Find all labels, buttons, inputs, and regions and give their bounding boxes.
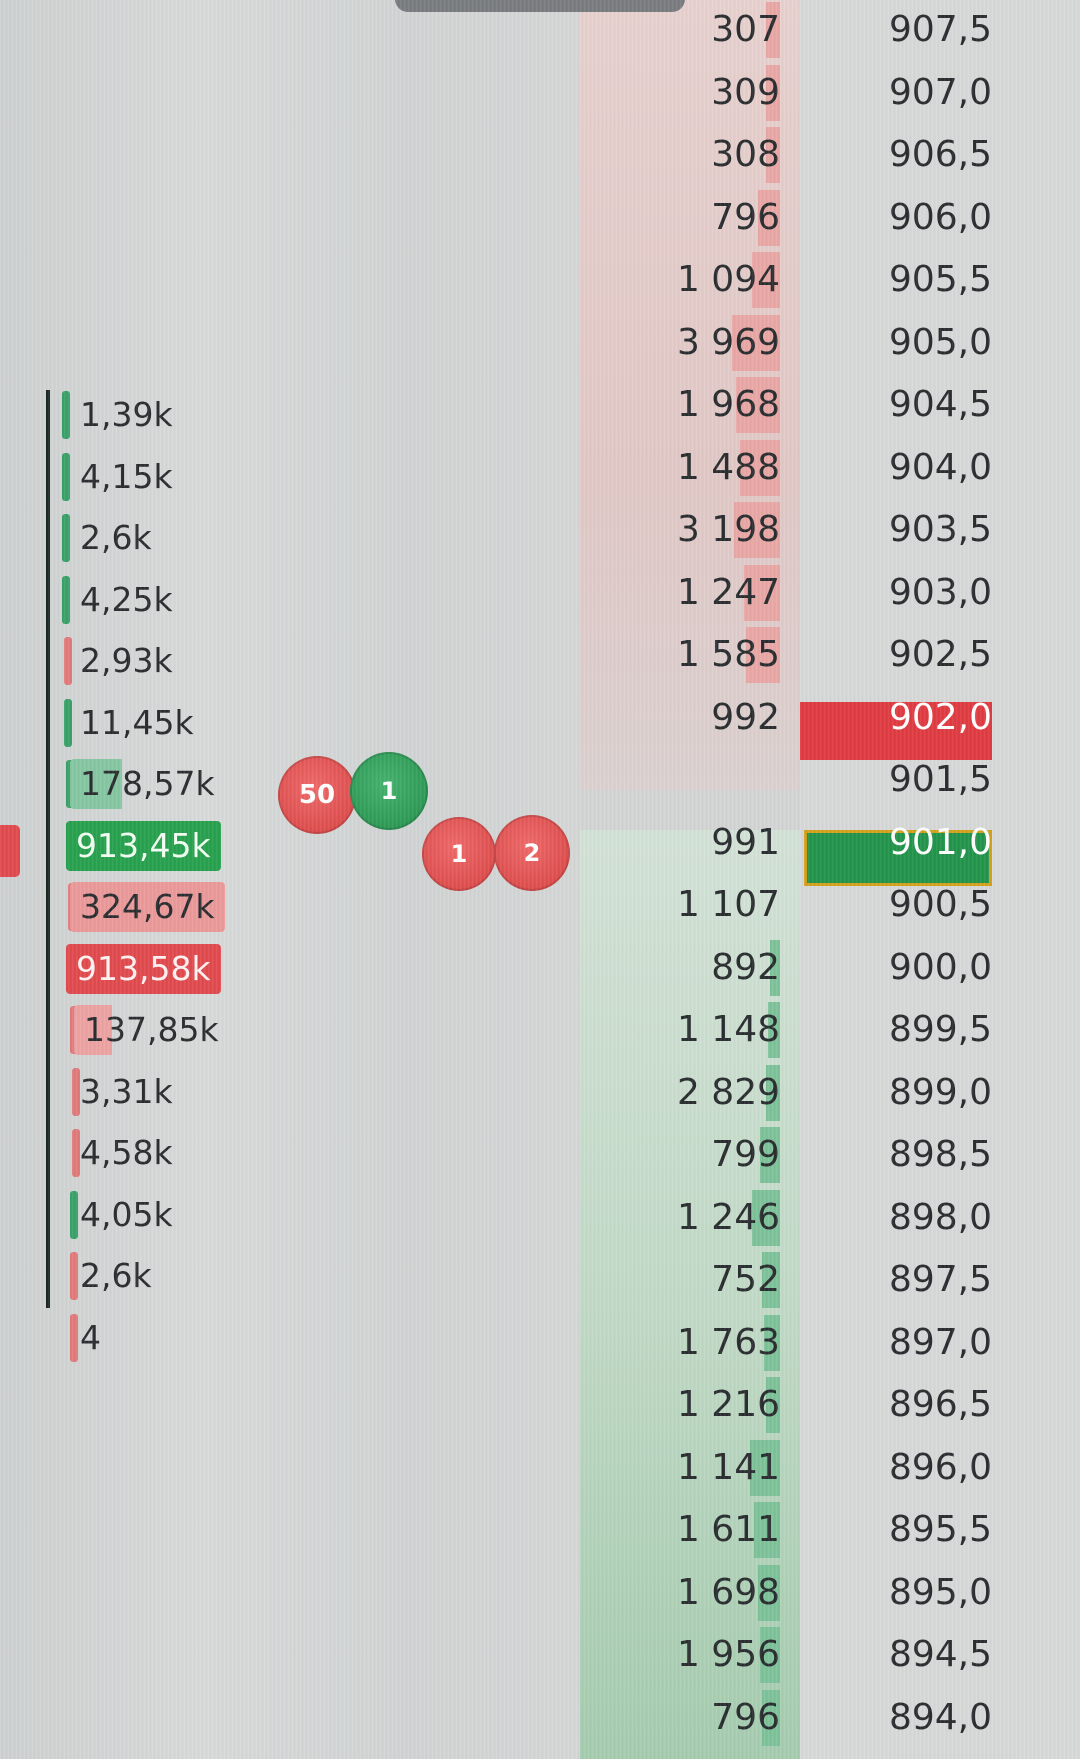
ask-volume-cell[interactable]: 308: [580, 125, 780, 185]
ask-volume-cell[interactable]: 1 488: [580, 438, 780, 498]
bid-volume-cell[interactable]: 799: [580, 1125, 780, 1185]
profile-volume-label: 2,6k: [80, 518, 152, 557]
price-cell[interactable]: 899,0: [800, 1063, 992, 1123]
best-bid-price[interactable]: 901,0: [800, 813, 992, 873]
price-cell[interactable]: 905,5: [800, 250, 992, 310]
ask-volume-cell[interactable]: 309: [580, 63, 780, 123]
price-cell[interactable]: 899,5: [800, 1000, 992, 1060]
ask-volume-cell[interactable]: 3 969: [580, 313, 780, 373]
price-cell[interactable]: 898,0: [800, 1188, 992, 1248]
profile-bar-red: [72, 1129, 80, 1177]
profile-volume-label: 137,85k: [74, 1005, 229, 1055]
price-cell[interactable]: 905,0: [800, 313, 992, 373]
price-cell[interactable]: 897,0: [800, 1313, 992, 1373]
bid-volume-cell[interactable]: 2 829: [580, 1063, 780, 1123]
price-cell[interactable]: 897,5: [800, 1250, 992, 1310]
price-cell[interactable]: 907,5: [800, 0, 992, 60]
profile-bar-green: [62, 391, 70, 439]
bid-volume-cell[interactable]: 1 763: [580, 1313, 780, 1373]
ask-volume-cell[interactable]: 1 585: [580, 625, 780, 685]
bid-volume-cell[interactable]: 892: [580, 938, 780, 998]
bid-volume-cell[interactable]: 1 611: [580, 1500, 780, 1560]
profile-volume-label: 913,58k: [66, 943, 221, 994]
position-marker: [0, 825, 20, 877]
profile-volume-label: 2,93k: [80, 641, 173, 680]
trade-bubble-sell[interactable]: 2: [494, 815, 570, 891]
profile-volume-label: 2,6k: [80, 1256, 152, 1295]
profile-volume-label: 4,05k: [80, 1194, 173, 1234]
price-cell[interactable]: 901,5: [800, 750, 992, 810]
profile-bar-green: [62, 514, 70, 562]
price-cell[interactable]: 903,5: [800, 500, 992, 560]
bid-volume-cell[interactable]: 752: [580, 1250, 780, 1310]
profile-volume-label: 913,45k: [66, 820, 221, 871]
ask-volume-cell[interactable]: 307: [580, 0, 780, 60]
spread-volume-cell[interactable]: [580, 750, 780, 810]
price-cell[interactable]: 907,0: [800, 63, 992, 123]
best-ask-price[interactable]: 902,0: [800, 688, 992, 748]
profile-volume-label: 4,58k: [80, 1133, 173, 1172]
profile-volume-label: 3,31k: [80, 1071, 173, 1111]
bid-volume-cell[interactable]: 1 107: [580, 875, 780, 935]
bid-volume-cell[interactable]: 1 216: [580, 1375, 780, 1435]
price-cell[interactable]: 898,5: [800, 1125, 992, 1185]
price-cell[interactable]: 900,5: [800, 875, 992, 935]
price-cell[interactable]: 894,0: [800, 1688, 992, 1748]
price-cell[interactable]: 894,5: [800, 1625, 992, 1685]
bid-volume-cell[interactable]: 991: [580, 813, 780, 873]
profile-bar-green: [62, 452, 70, 501]
price-cell[interactable]: 903,0: [800, 563, 992, 623]
price-cell[interactable]: 904,5: [800, 375, 992, 435]
bid-volume-cell[interactable]: 1 698: [580, 1563, 780, 1623]
profile-bar-green: [64, 698, 72, 747]
price-cell[interactable]: 896,5: [800, 1375, 992, 1435]
profile-volume-label: 11,45k: [80, 702, 194, 742]
profile-volume-label: 4: [80, 1317, 101, 1357]
profile-volume-label: 4,25k: [80, 579, 173, 619]
profile-bar-green: [62, 575, 70, 624]
price-cell[interactable]: 904,0: [800, 438, 992, 498]
price-cell[interactable]: 900,0: [800, 938, 992, 998]
chart-area[interactable]: [0, 0, 580, 1759]
profile-bar-red: [64, 637, 72, 685]
profile-bar-red: [70, 1313, 78, 1362]
price-cell[interactable]: 895,0: [800, 1563, 992, 1623]
order-book-screen: 1,39k 4,15k 2,6k 4,25k 2,93k 11,45k 178,57k 913…: [0, 0, 1080, 1759]
price-cell[interactable]: 895,5: [800, 1500, 992, 1560]
ask-volume-cell[interactable]: 1 968: [580, 375, 780, 435]
ask-volume-cell[interactable]: 3 198: [580, 500, 780, 560]
ask-volume-cell[interactable]: 1 247: [580, 563, 780, 623]
trade-bubble-sell[interactable]: 1: [422, 817, 496, 891]
profile-volume-label: 324,67k: [70, 882, 225, 932]
profile-bar-red: [72, 1067, 80, 1116]
profile-bar-green: [70, 1190, 78, 1239]
price-cell[interactable]: 896,0: [800, 1438, 992, 1498]
profile-bar-red: [70, 1252, 78, 1300]
price-cell[interactable]: 906,0: [800, 188, 992, 248]
profile-volume-label: 4,15k: [80, 456, 173, 496]
bid-volume-cell[interactable]: 1 246: [580, 1188, 780, 1248]
price-cell[interactable]: 906,5: [800, 125, 992, 185]
bid-volume-cell[interactable]: 1 141: [580, 1438, 780, 1498]
price-cell[interactable]: 902,5: [800, 625, 992, 685]
trade-bubble-buy[interactable]: 1: [350, 752, 428, 830]
ask-volume-cell[interactable]: 796: [580, 188, 780, 248]
profile-volume-label: 1,39k: [80, 395, 173, 434]
trade-bubble-sell[interactable]: 50: [278, 756, 356, 834]
profile-axis: [46, 390, 50, 1308]
bid-volume-cell[interactable]: 1 148: [580, 1000, 780, 1060]
ask-volume-cell[interactable]: 992: [580, 688, 780, 748]
ask-volume-cell[interactable]: 1 094: [580, 250, 780, 310]
bid-volume-cell[interactable]: 796: [580, 1688, 780, 1748]
profile-volume-label: 178,57k: [70, 759, 225, 809]
bid-volume-cell[interactable]: 1 956: [580, 1625, 780, 1685]
